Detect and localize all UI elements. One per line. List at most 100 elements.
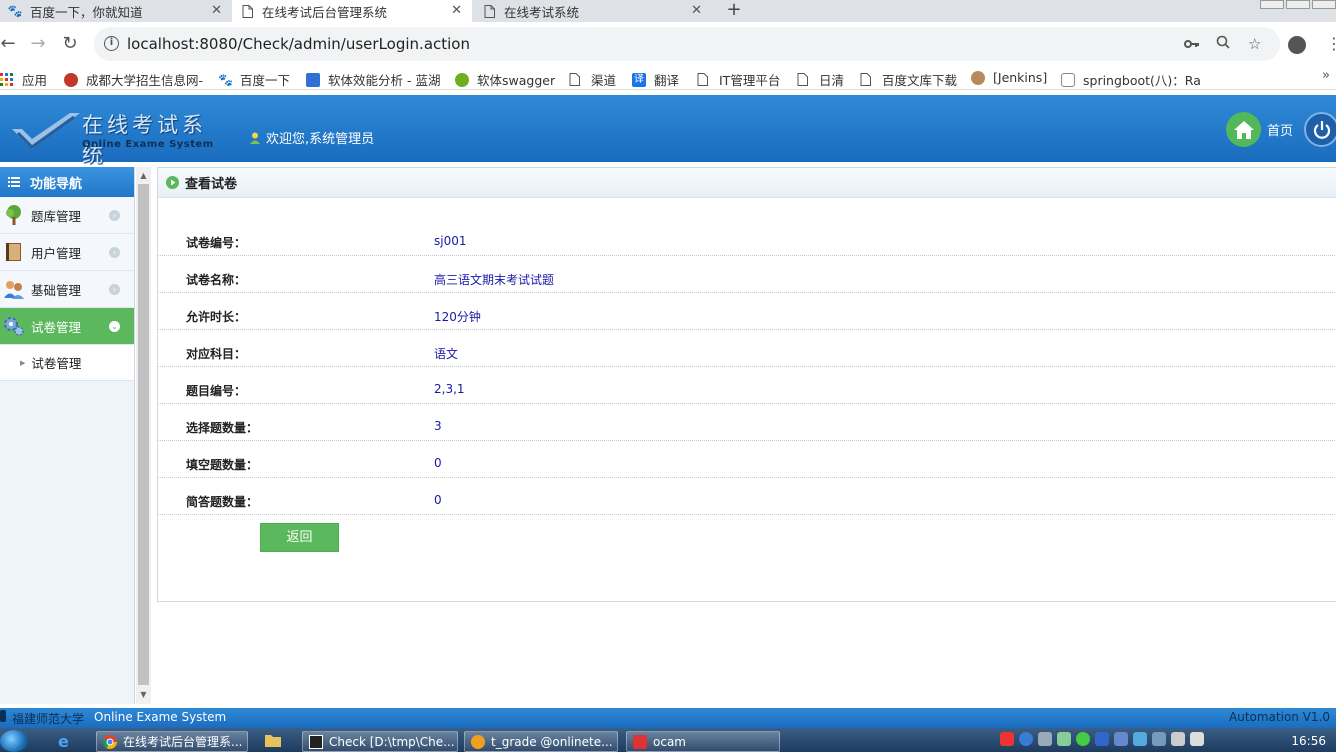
- taskbar-task-chrome[interactable]: 在线考试后台管理系...: [96, 731, 248, 752]
- bookmark-item[interactable]: [Jenkins]: [971, 70, 1047, 85]
- footer-marker-icon: [0, 710, 6, 722]
- baidu-paw-icon: 🐾: [218, 72, 233, 87]
- url-text[interactable]: localhost:8080/Check/admin/userLogin.act…: [127, 35, 470, 53]
- welcome-text: 欢迎您,系统管理员: [266, 132, 375, 147]
- sogou-icon[interactable]: [1000, 732, 1014, 746]
- reload-icon[interactable]: ↻: [60, 34, 80, 54]
- bookmark-apps[interactable]: 应用: [0, 70, 47, 89]
- field-value: 3: [434, 419, 442, 433]
- menu-dots-icon[interactable]: ⋮: [1326, 34, 1336, 53]
- network-icon[interactable]: [1038, 732, 1052, 746]
- bookmark-item[interactable]: IT管理平台: [697, 70, 780, 89]
- bookmark-label: springboot(八)：Ra: [1083, 73, 1201, 88]
- browser-tab-exam[interactable]: 在线考试系统 ✕: [474, 0, 712, 22]
- bookmark-item[interactable]: springboot(八)：Ra: [1061, 70, 1201, 89]
- volume-icon[interactable]: [1190, 732, 1204, 746]
- browser-tab-baidu[interactable]: 🐾 百度一下，你就知道 ✕: [0, 0, 232, 22]
- key-icon[interactable]: [1184, 35, 1200, 53]
- sidebar-scrollbar[interactable]: ▲ ▼: [136, 167, 151, 704]
- intellij-icon: [309, 734, 323, 749]
- page-icon: [482, 4, 496, 18]
- taskbar-clock[interactable]: 16:56: [1291, 734, 1326, 748]
- taskbar-task-db[interactable]: t_grade @onlinete...: [464, 731, 618, 752]
- forward-arrow-icon[interactable]: →: [28, 34, 48, 54]
- signal-icon[interactable]: [1171, 732, 1185, 746]
- bookmark-item[interactable]: 译 翻译: [632, 70, 679, 89]
- start-button[interactable]: [0, 730, 28, 752]
- bookmark-label: 百度一下: [240, 73, 291, 88]
- tray-arrow-icon[interactable]: [1057, 732, 1071, 746]
- bookmark-item[interactable]: 成都大学招生信息网-: [64, 70, 203, 89]
- task-label: 在线考试后台管理系...: [123, 735, 243, 749]
- sidebar-item-users[interactable]: 用户管理 ›: [0, 234, 134, 271]
- usb-icon[interactable]: [1152, 732, 1166, 746]
- panel-header: 查看试卷: [158, 168, 1336, 198]
- welcome-message: 欢迎您,系统管理员: [250, 128, 374, 147]
- sidebar-item-question-bank[interactable]: 题库管理 ›: [0, 197, 134, 234]
- sidebar-subitem-label: 试卷管理: [31, 356, 82, 371]
- scrollbar-thumb[interactable]: [138, 184, 149, 685]
- app-footer: 福建师范大学 Online Exame System Automation V1…: [0, 708, 1336, 728]
- chevron-right-icon: ›: [109, 284, 120, 295]
- bookmark-item[interactable]: 🐾 百度一下: [218, 70, 290, 89]
- detail-row-choice-count: 选择题数量： 3: [158, 404, 1336, 441]
- sidebar-subitem-exam-papers[interactable]: ▶ 试卷管理: [0, 345, 134, 381]
- sidebar-title-text: 功能导航: [30, 176, 83, 192]
- wechat-icon[interactable]: [1076, 732, 1090, 746]
- bookmark-label: 软体效能分析 - 蓝湖: [328, 73, 441, 88]
- close-icon[interactable]: ✕: [451, 3, 462, 18]
- bookmark-item[interactable]: 软体swagger: [455, 70, 555, 89]
- tray-app-icon[interactable]: [1133, 732, 1147, 746]
- browser-tab-admin[interactable]: 在线考试后台管理系统 ✕: [232, 0, 472, 22]
- cdu-logo-icon: [64, 72, 78, 87]
- back-button[interactable]: 返回: [260, 523, 339, 552]
- maximize-button[interactable]: [1286, 0, 1310, 9]
- browser-tab-strip: 🐾 百度一下，你就知道 ✕ 在线考试后台管理系统 ✕ 在线考试系统 ✕ +: [0, 0, 1336, 22]
- taskbar-task-ocam[interactable]: ocam: [626, 731, 780, 752]
- close-icon[interactable]: ✕: [211, 3, 222, 18]
- bookmark-item[interactable]: 渠道: [569, 70, 616, 89]
- field-label: 试卷编号：: [186, 236, 247, 250]
- bluetooth-icon[interactable]: [1095, 732, 1109, 746]
- ie-icon[interactable]: e: [56, 732, 74, 751]
- new-tab-button[interactable]: +: [724, 0, 744, 22]
- page-icon: [860, 72, 874, 87]
- book-icon: [6, 243, 21, 261]
- detail-row-duration: 允许时长： 120分钟: [158, 293, 1336, 330]
- minimize-button[interactable]: [1260, 0, 1284, 9]
- bookmark-label: [Jenkins]: [993, 70, 1048, 85]
- bookmark-label: IT管理平台: [719, 73, 781, 88]
- info-icon[interactable]: i: [104, 36, 119, 51]
- close-window-button[interactable]: [1312, 0, 1336, 9]
- bookmark-item[interactable]: 软体效能分析 - 蓝湖: [306, 70, 440, 89]
- help-icon[interactable]: [1019, 732, 1033, 746]
- bookmarks-bar: 应用 成都大学招生信息网- 🐾 百度一下 软体效能分析 - 蓝湖 软体swagg…: [0, 66, 1336, 90]
- scroll-down-arrow-icon[interactable]: ▼: [136, 688, 151, 702]
- user-icon: [250, 132, 260, 144]
- sidebar-item-label: 试卷管理: [31, 319, 82, 335]
- address-bar[interactable]: i localhost:8080/Check/admin/userLogin.a…: [94, 27, 1280, 61]
- scroll-up-arrow-icon[interactable]: ▲: [136, 169, 151, 183]
- back-arrow-icon[interactable]: ←: [0, 34, 18, 54]
- home-button[interactable]: 首页: [1226, 112, 1293, 147]
- sidebar-item-exam-papers[interactable]: 试卷管理 ⌄: [0, 308, 134, 345]
- star-bookmark-icon[interactable]: ☆: [1248, 35, 1261, 53]
- bookmarks-overflow-icon[interactable]: »: [1322, 68, 1330, 83]
- bookmark-item[interactable]: 百度文库下载: [860, 70, 957, 89]
- shield-icon[interactable]: [1114, 732, 1128, 746]
- bookmark-item[interactable]: 日清: [797, 70, 844, 89]
- folder-icon[interactable]: [264, 732, 282, 749]
- sidebar-item-basic[interactable]: 基础管理 ›: [0, 271, 134, 308]
- zoom-icon[interactable]: [1216, 35, 1230, 53]
- logout-power-icon[interactable]: [1304, 112, 1336, 147]
- logo-check-mark-icon: [12, 113, 80, 149]
- field-value: 0: [434, 456, 442, 470]
- detail-row-paper-name: 试卷名称： 高三语文期末考试试题: [158, 256, 1336, 293]
- taskbar-task-ide[interactable]: Check [D:\tmp\Che...: [302, 731, 458, 752]
- home-icon: [1226, 112, 1261, 147]
- profile-avatar-icon[interactable]: [1288, 36, 1306, 54]
- close-icon[interactable]: ✕: [691, 3, 702, 18]
- swagger-icon: [455, 72, 469, 87]
- chevron-right-icon: ›: [109, 247, 120, 258]
- page-icon: [797, 72, 811, 87]
